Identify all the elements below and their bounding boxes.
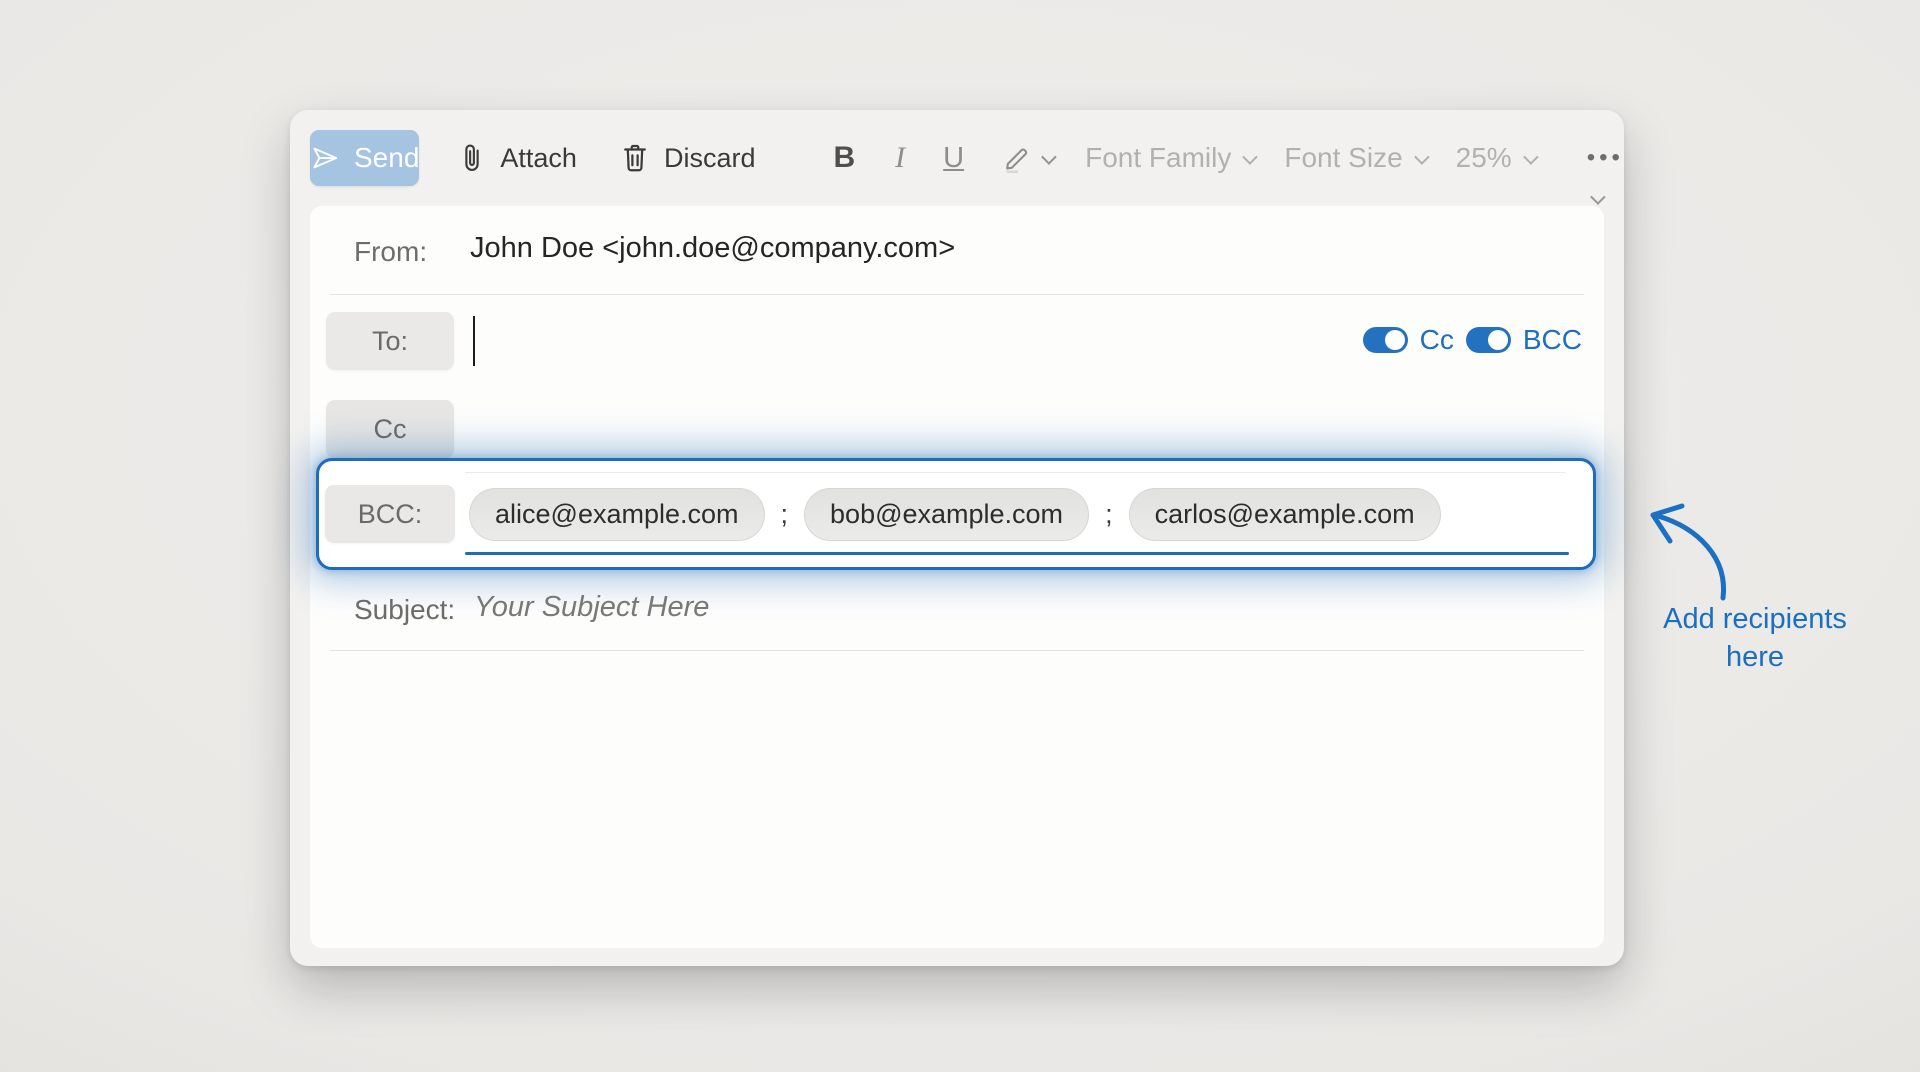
bcc-field-button[interactable]: BCC: (325, 485, 455, 543)
row-divider (330, 294, 1584, 295)
toolbar: Send Attach Discard B (290, 110, 1624, 206)
toolbar-expand-chevron-icon[interactable] (1590, 189, 1606, 205)
send-icon (310, 143, 340, 173)
bold-label: B (833, 141, 855, 175)
underline-button[interactable]: U (943, 142, 964, 175)
font-family-label: Font Family (1085, 142, 1231, 174)
send-label: Send (354, 142, 419, 174)
trash-icon (619, 141, 651, 175)
discard-button[interactable]: Discard (619, 141, 756, 175)
cc-field-button[interactable]: Cc (326, 400, 454, 458)
underline-label: U (943, 142, 964, 175)
bcc-field-underline (465, 552, 1569, 555)
recipient-pill[interactable]: bob@example.com (804, 488, 1089, 541)
discard-label: Discard (664, 143, 756, 174)
bcc-toggle[interactable] (1466, 327, 1511, 353)
chevron-down-icon (1041, 149, 1057, 165)
from-label: From: (354, 236, 427, 268)
paperclip-icon (457, 141, 487, 175)
italic-button[interactable]: I (895, 141, 905, 175)
font-size-dropdown[interactable]: Font Size (1284, 142, 1425, 174)
bcc-label: BCC: (358, 499, 423, 530)
font-family-dropdown[interactable]: Font Family (1085, 142, 1254, 174)
bcc-pills: alice@example.com; bob@example.com; carlos… (469, 485, 1441, 543)
more-options-label: ••• (1587, 144, 1624, 172)
annotation-text: Add recipients here (1638, 600, 1872, 677)
chevron-down-icon (1523, 149, 1539, 165)
attach-button[interactable]: Attach (457, 141, 577, 175)
text-cursor (473, 316, 475, 366)
font-size-label: Font Size (1284, 142, 1402, 174)
message-panel: From: John Doe <john.doe@company.com> To… (310, 206, 1604, 948)
more-options-button[interactable]: ••• (1587, 144, 1624, 172)
from-value[interactable]: John Doe <john.doe@company.com> (470, 232, 955, 265)
italic-label: I (895, 141, 905, 175)
cc-toggle-label[interactable]: Cc (1420, 324, 1454, 356)
recipient-separator: ; (781, 499, 789, 530)
attach-label: Attach (500, 143, 577, 174)
recipient-toggles: Cc BCC (1363, 324, 1582, 356)
compose-window: Send Attach Discard B (290, 110, 1624, 966)
highlighter-icon (1000, 141, 1034, 175)
row-divider (330, 650, 1584, 651)
bcc-field-highlighted[interactable]: BCC: alice@example.com; bob@example.com; c… (316, 458, 1596, 570)
send-button[interactable]: Send (310, 130, 419, 186)
to-field-button[interactable]: To: (326, 312, 454, 370)
highlight-button[interactable] (1000, 141, 1053, 175)
subject-input[interactable]: Your Subject Here (474, 591, 709, 624)
to-input[interactable] (470, 298, 1370, 386)
recipient-pill[interactable]: carlos@example.com (1129, 488, 1441, 541)
bcc-toggle-label[interactable]: BCC (1523, 324, 1582, 356)
recipient-separator: ; (1105, 499, 1113, 530)
bcc-top-divider (465, 472, 1565, 473)
recipient-pill[interactable]: alice@example.com (469, 488, 765, 541)
chevron-down-icon (1242, 149, 1258, 165)
cc-toggle[interactable] (1363, 327, 1408, 353)
message-body-input[interactable] (320, 652, 1594, 942)
zoom-value: 25% (1456, 142, 1512, 174)
zoom-dropdown[interactable]: 25% (1456, 142, 1535, 174)
subject-label: Subject: (354, 594, 455, 626)
chevron-down-icon (1414, 149, 1430, 165)
bold-button[interactable]: B (833, 141, 855, 175)
to-label: To: (372, 326, 408, 357)
cc-label: Cc (374, 414, 407, 445)
